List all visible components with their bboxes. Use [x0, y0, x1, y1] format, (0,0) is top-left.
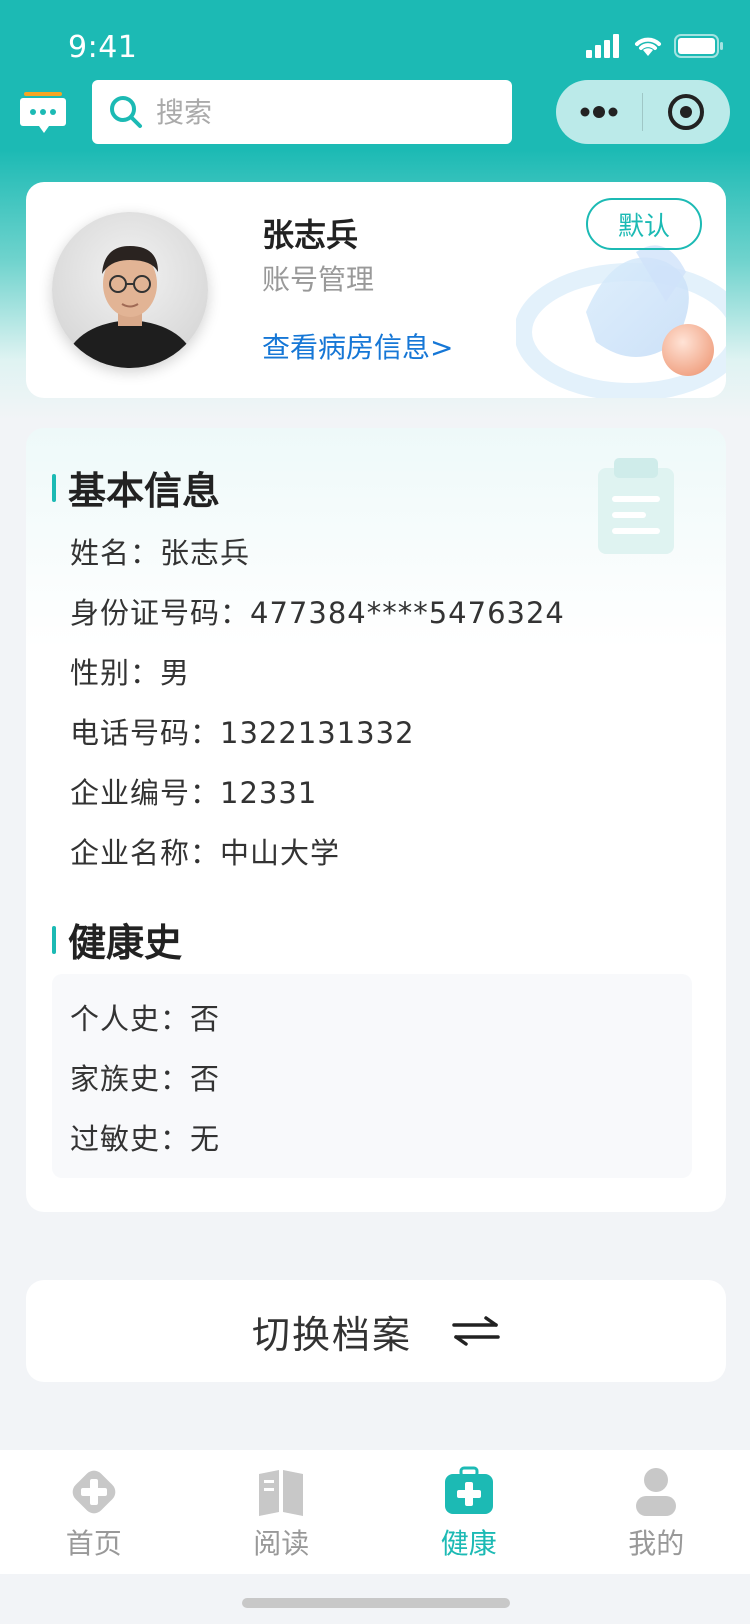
tab-bar: 首页 阅读 健康 我的: [0, 1450, 750, 1574]
info-row-company-name: 企业名称：中山大学: [70, 830, 340, 872]
more-button[interactable]: [556, 80, 642, 144]
history-row-family: 家族史：否: [70, 1056, 220, 1098]
info-value: 男: [160, 656, 191, 690]
heading-accent-bar: [52, 925, 56, 954]
profile-name: 张志兵: [262, 216, 359, 254]
book-icon: [259, 1470, 304, 1516]
info-value: 1322131332: [220, 716, 415, 750]
info-label: 身份证号码：: [70, 596, 251, 630]
search-input[interactable]: [156, 95, 456, 129]
basic-info-title: 基本信息: [68, 469, 221, 513]
tab-label: 我的: [628, 1527, 685, 1560]
history-label: 家族史：: [70, 1062, 191, 1096]
history-label: 过敏史：: [70, 1122, 191, 1156]
battery-icon: [674, 34, 723, 58]
tab-read[interactable]: 阅读: [188, 1450, 376, 1574]
mini-program-capsule: [556, 80, 730, 144]
status-icons: [586, 34, 724, 58]
info-value: 477384****5476324: [250, 596, 565, 630]
health-history-heading: 健康史: [52, 912, 182, 967]
chat-bubble-icon: [20, 92, 66, 133]
swap-arrows-icon: [452, 1316, 500, 1346]
health-history-box: 个人史：否 家族史：否 过敏史：无: [52, 974, 692, 1178]
wifi-icon: [635, 37, 661, 56]
health-history-title: 健康史: [68, 921, 183, 965]
info-row-id-number: 身份证号码：477384****5476324: [70, 590, 565, 632]
person-icon: [636, 1468, 677, 1516]
default-badge[interactable]: 默认: [586, 198, 702, 250]
info-value: 12331: [220, 776, 318, 810]
tab-label: 首页: [65, 1527, 122, 1560]
switch-profile-button[interactable]: 切换档案: [26, 1280, 726, 1382]
tab-health[interactable]: 健康: [375, 1450, 563, 1574]
history-label: 个人史：: [70, 1002, 191, 1036]
home-indicator[interactable]: [242, 1598, 510, 1608]
account-management-link[interactable]: 账号管理: [262, 258, 374, 298]
switch-profile-label: 切换档案: [251, 1312, 412, 1357]
close-button[interactable]: [643, 80, 729, 144]
info-label: 电话号码：: [70, 716, 221, 750]
history-value: 否: [190, 1062, 221, 1096]
info-label: 性别：: [70, 656, 161, 690]
medical-kit-icon: [444, 1466, 493, 1514]
tab-mine[interactable]: 我的: [563, 1450, 750, 1574]
status-time: 9:41: [68, 30, 138, 65]
message-button[interactable]: [20, 92, 68, 136]
tab-label: 阅读: [253, 1527, 310, 1560]
clipboard-icon: [598, 458, 674, 554]
info-label: 企业编号：: [70, 776, 221, 810]
info-value: 中山大学: [220, 836, 341, 870]
heading-accent-bar: [52, 473, 56, 502]
status-bar: 9:41: [0, 0, 750, 88]
basic-info-heading: 基本信息: [52, 460, 220, 515]
search-icon: [110, 96, 142, 128]
home-cross-icon: [72, 1470, 116, 1514]
cellular-signal-icon: [586, 34, 619, 58]
view-ward-info-link[interactable]: 查看病房信息>: [262, 326, 453, 366]
avatar-portrait: [62, 246, 198, 368]
search-bar[interactable]: [92, 80, 512, 144]
info-row-name: 姓名：张志兵: [70, 530, 250, 572]
history-row-allergy: 过敏史：无: [70, 1116, 220, 1158]
info-label: 企业名称：: [70, 836, 221, 870]
history-value: 否: [190, 1002, 221, 1036]
tab-home[interactable]: 首页: [0, 1450, 188, 1574]
history-row-personal: 个人史：否: [70, 996, 220, 1038]
info-row-gender: 性别：男: [70, 650, 190, 692]
info-row-phone: 电话号码：1322131332: [70, 710, 415, 752]
info-card: 基本信息 姓名：张志兵 身份证号码：477384****5476324 性别：男…: [26, 428, 726, 1212]
history-value: 无: [190, 1122, 221, 1156]
info-row-company-id: 企业编号：12331: [70, 770, 317, 812]
avatar[interactable]: [52, 212, 208, 368]
profile-card: 张志兵 账号管理 查看病房信息> 默认: [26, 182, 726, 398]
target-close-icon: [668, 94, 704, 130]
tab-label: 健康: [440, 1527, 497, 1560]
info-label: 姓名：: [70, 536, 161, 570]
info-value: 张志兵: [160, 536, 251, 570]
more-dots-icon: [580, 106, 618, 118]
